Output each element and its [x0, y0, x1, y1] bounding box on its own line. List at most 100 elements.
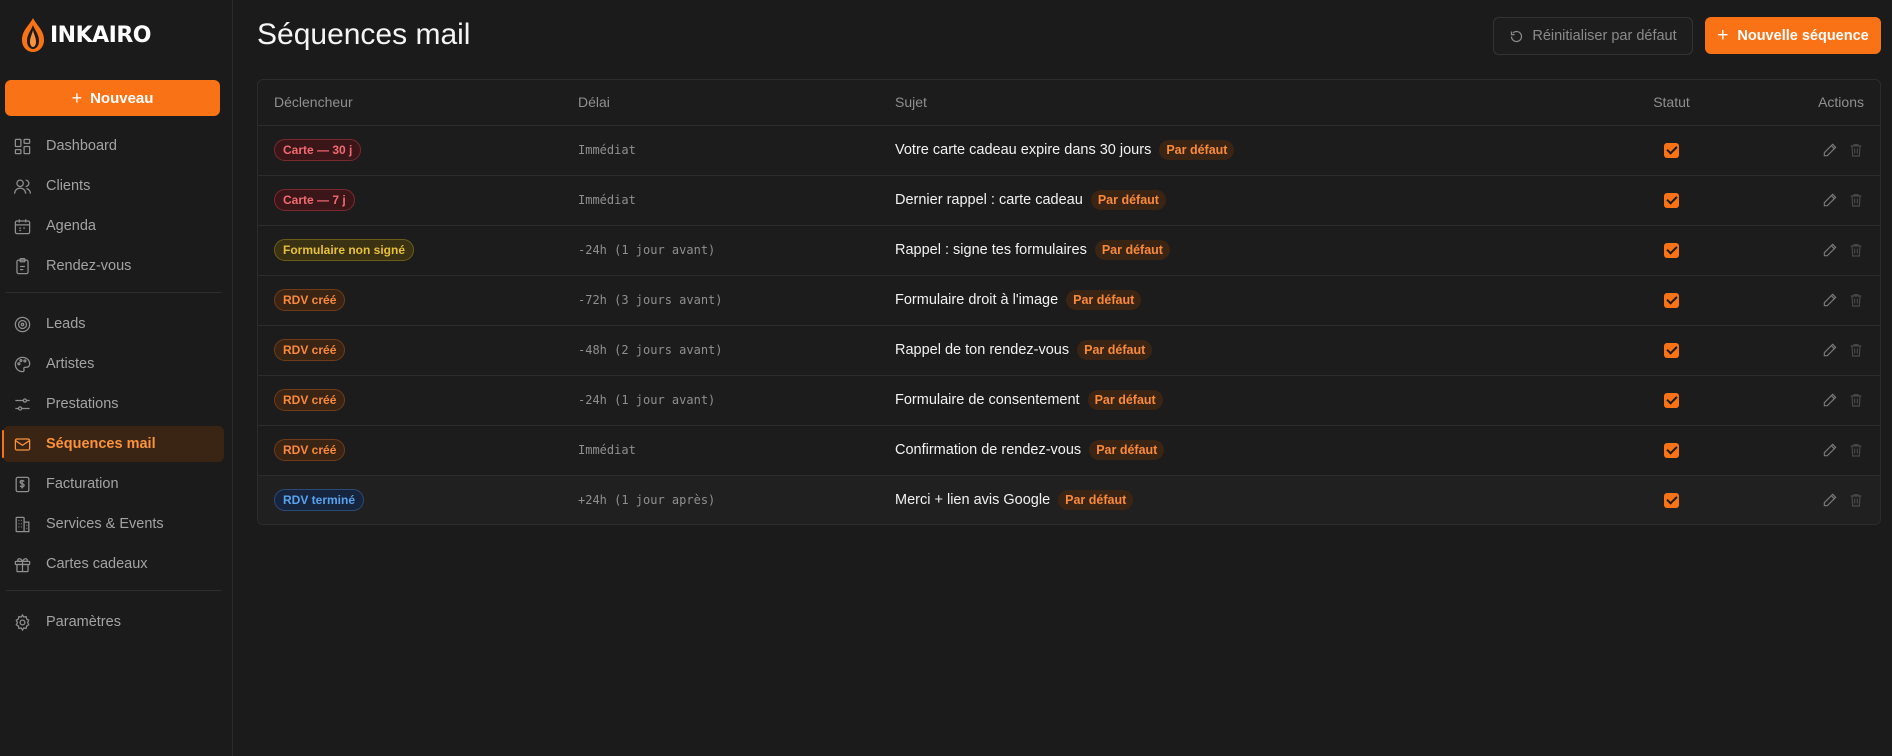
sidebar-item-cartes-cadeaux[interactable]: Cartes cadeaux [3, 546, 224, 582]
sidebar-item-dashboard[interactable]: Dashboard [3, 128, 224, 164]
sidebar-item-artistes[interactable]: Artistes [3, 346, 224, 382]
trash-icon[interactable] [1848, 242, 1864, 258]
clipboard-icon [16, 257, 29, 274]
status-checkbox[interactable] [1664, 142, 1679, 158]
sidebar-nav: Dashboard Clients Agenda Rendez-vous Lea… [0, 128, 232, 644]
trash-icon[interactable] [1848, 392, 1864, 408]
trigger-cell: RDV créé [258, 275, 578, 325]
trigger-badge: RDV créé [274, 289, 346, 311]
table-row[interactable]: RDV créé Immédiat Confirmation de rendez-v… [258, 425, 1880, 475]
new-sequence-button[interactable]: + Nouvelle séquence [1705, 17, 1881, 54]
edit-icon[interactable] [1822, 292, 1838, 308]
trigger-cell: Formulaire non signé [258, 225, 578, 275]
sidebar-item-services-events[interactable]: Services & Events [3, 506, 224, 542]
actions-cell [1748, 375, 1880, 425]
default-badge: Par défaut [1094, 240, 1170, 260]
actions-cell [1748, 475, 1880, 524]
status-cell [1595, 275, 1748, 325]
status-checkbox[interactable] [1664, 442, 1679, 458]
page-title: Séquences mail [257, 18, 471, 51]
actions-cell [1748, 325, 1880, 375]
sidebar-item-label: Artistes [46, 356, 95, 372]
edit-icon[interactable] [1822, 492, 1838, 508]
sequences-table: Déclencheur Délai Sujet Statut Actions C… [257, 79, 1881, 525]
trigger-badge: RDV créé [274, 389, 346, 411]
subject-text: Confirmation de rendez-vous [895, 442, 1082, 458]
sidebar-item-clients[interactable]: Clients [3, 168, 224, 204]
trigger-badge: Formulaire non signé [274, 239, 415, 261]
delay-text: -48h (2 jours avant) [578, 343, 723, 357]
table-row[interactable]: RDV terminé +24h (1 jour après) Merci + li… [258, 475, 1880, 524]
calendar-icon [14, 218, 31, 234]
sidebar-item-agenda[interactable]: Agenda [3, 208, 224, 244]
edit-icon[interactable] [1822, 392, 1838, 408]
status-checkbox[interactable] [1664, 292, 1679, 308]
subject-cell: Rappel : signe tes formulaires Par défaut [895, 225, 1595, 275]
table-row[interactable]: RDV créé -72h (3 jours avant) Formulaire d… [258, 275, 1880, 325]
trash-icon[interactable] [1848, 492, 1864, 508]
delay-text: -24h (1 jour avant) [578, 393, 716, 407]
status-checkbox[interactable] [1664, 192, 1679, 208]
subject-cell: Confirmation de rendez-vous Par défaut [895, 425, 1595, 475]
delay-cell: -72h (3 jours avant) [578, 275, 895, 325]
table-row[interactable]: RDV créé -24h (1 jour avant) Formulaire de… [258, 375, 1880, 425]
subject-cell: Formulaire droit à l'image Par défaut [895, 275, 1595, 325]
brand-logo[interactable]: INKAIRO [18, 16, 152, 54]
trash-icon[interactable] [1848, 442, 1864, 458]
trigger-cell: RDV créé [258, 375, 578, 425]
sidebar-item-parametres[interactable]: Paramètres [3, 604, 224, 640]
column-header-trigger: Déclencheur [274, 94, 353, 111]
trash-icon[interactable] [1848, 142, 1864, 158]
default-badge: Par défaut [1159, 140, 1235, 160]
subject-text: Votre carte cadeau expire dans 30 jours [895, 142, 1152, 158]
subject-text: Formulaire de consentement [895, 392, 1080, 408]
subject-cell: Rappel de ton rendez-vous Par défaut [895, 325, 1595, 375]
sidebar-item-label: Leads [46, 316, 86, 332]
edit-icon[interactable] [1822, 142, 1838, 158]
trash-icon[interactable] [1848, 292, 1864, 308]
actions-cell [1748, 225, 1880, 275]
table-row[interactable]: Formulaire non signé -24h (1 jour avant) R… [258, 225, 1880, 275]
delay-cell: -24h (1 jour avant) [578, 375, 895, 425]
status-checkbox[interactable] [1664, 242, 1679, 258]
edit-icon[interactable] [1822, 242, 1838, 258]
sidebar-item-rendez-vous[interactable]: Rendez-vous [3, 248, 224, 284]
table-row[interactable]: Carte — 7 j Immédiat Dernier rappel : cart… [258, 175, 1880, 225]
reset-defaults-button[interactable]: Réinitialiser par défaut [1493, 17, 1693, 55]
new-button[interactable]: + Nouveau [5, 80, 220, 116]
subject-text: Merci + lien avis Google [895, 492, 1051, 509]
plus-icon: + [1717, 25, 1729, 46]
status-checkbox[interactable] [1664, 342, 1679, 358]
default-badge: Par défaut [1089, 440, 1165, 460]
actions-cell [1748, 125, 1880, 175]
trigger-badge: Carte — 7 j [274, 189, 355, 211]
trash-icon[interactable] [1848, 342, 1864, 358]
table-row[interactable]: Carte — 30 j Immédiat Votre carte cadeau e… [258, 125, 1880, 175]
status-checkbox[interactable] [1664, 492, 1679, 508]
trash-icon[interactable] [1848, 192, 1864, 208]
default-badge: Par défaut [1066, 290, 1142, 310]
delay-cell: Immédiat [578, 125, 895, 175]
actions-cell [1748, 275, 1880, 325]
sidebar-item-facturation[interactable]: Facturation [3, 466, 224, 502]
flame-logo-icon [22, 18, 44, 52]
sidebar-item-leads[interactable]: Leads [3, 306, 224, 342]
target-icon [14, 316, 31, 332]
default-badge: Par défaut [1077, 340, 1153, 360]
edit-icon[interactable] [1822, 342, 1838, 358]
trigger-cell: RDV terminé [258, 475, 578, 524]
edit-icon[interactable] [1822, 192, 1838, 208]
delay-text: Immédiat [578, 143, 636, 157]
sidebar-item-prestations[interactable]: Prestations [3, 386, 224, 422]
subject-text: Dernier rappel : carte cadeau [895, 192, 1083, 208]
sidebar-item-label: Dashboard [46, 138, 117, 154]
mail-icon [14, 437, 31, 451]
subject-text: Formulaire droit à l'image [895, 292, 1059, 308]
sidebar-item-sequences-mail[interactable]: Séquences mail [2, 426, 224, 462]
edit-icon[interactable] [1822, 442, 1838, 458]
sidebar-divider [6, 590, 222, 591]
table-row[interactable]: RDV créé -48h (2 jours avant) Rappel de to… [258, 325, 1880, 375]
actions-cell [1748, 425, 1880, 475]
status-cell [1595, 375, 1748, 425]
status-checkbox[interactable] [1664, 392, 1679, 408]
